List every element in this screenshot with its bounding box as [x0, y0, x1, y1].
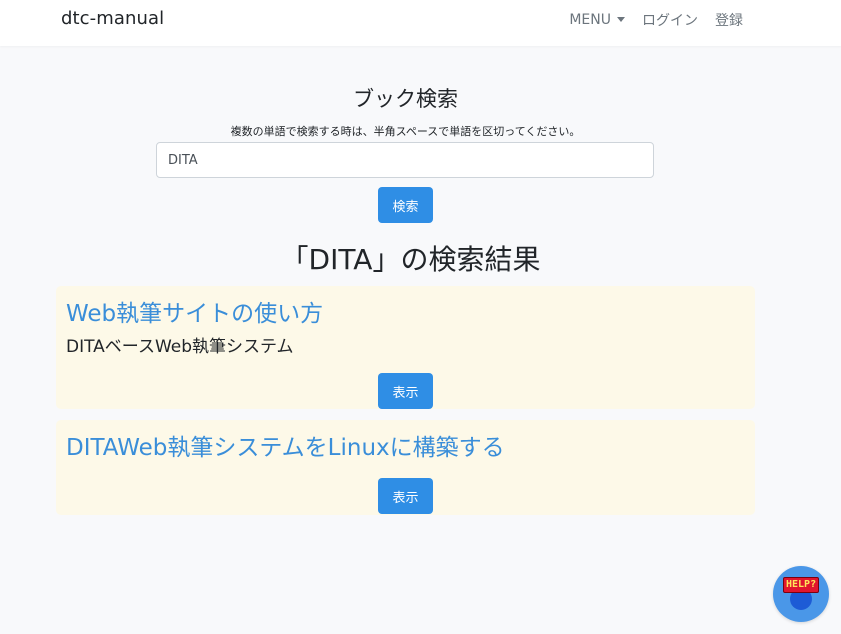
result-card: DITAWeb執筆システムをLinuxに構築する 表示	[56, 420, 755, 515]
result-description: DITAベースWeb執筆システム	[66, 337, 294, 357]
search-input[interactable]	[156, 142, 654, 178]
help-badge: HELP?	[783, 577, 820, 593]
search-button[interactable]: 検索	[378, 187, 433, 223]
navbar: dtc-manual MENU ログイン 登録	[0, 0, 841, 46]
register-link[interactable]: 登録	[715, 10, 743, 30]
search-hint: 複数の単語で検索する時は、半角スペースで単語を区切ってください。	[230, 125, 581, 138]
result-title-link[interactable]: Web執筆サイトの使い方	[66, 294, 323, 328]
help-button[interactable]: HELP?	[773, 566, 829, 622]
menu-dropdown[interactable]: MENU	[569, 12, 625, 28]
search-title: ブック検索	[353, 87, 458, 111]
menu-label: MENU	[569, 12, 611, 28]
brand-link[interactable]: dtc-manual	[61, 8, 164, 29]
result-title-link[interactable]: DITAWeb執筆システムをLinuxに構築する	[66, 428, 505, 462]
results-heading: 「DITA」の検索結果	[280, 243, 541, 276]
caret-down-icon	[617, 16, 625, 22]
view-button[interactable]: 表示	[378, 373, 433, 409]
view-button[interactable]: 表示	[378, 478, 433, 514]
navbar-menu: MENU ログイン 登録	[569, 10, 743, 30]
login-link[interactable]: ログイン	[642, 10, 698, 30]
result-card: Web執筆サイトの使い方 DITAベースWeb執筆システム 表示	[56, 286, 755, 409]
